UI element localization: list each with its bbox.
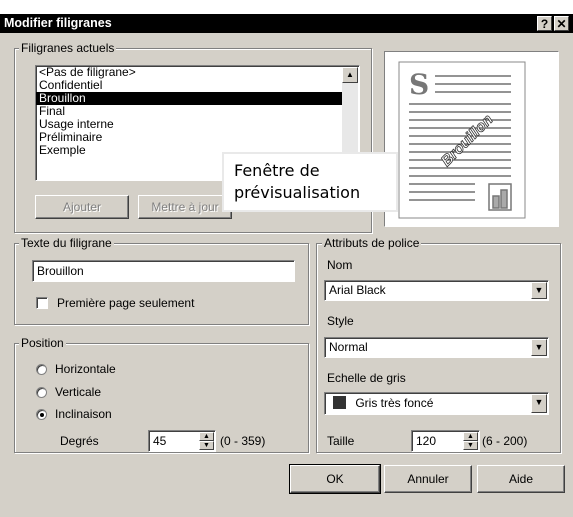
- spin-up-arrow-icon[interactable]: ▲: [463, 432, 478, 441]
- horizontal-radio[interactable]: [36, 364, 47, 375]
- font-name-value: Arial Black: [329, 283, 386, 297]
- size-label: Taille: [327, 434, 355, 448]
- first-page-only-label: Première page seulement: [57, 296, 195, 310]
- horizontal-label: Horizontale: [55, 362, 116, 376]
- chevron-down-icon[interactable]: ▼: [531, 339, 547, 356]
- chevron-down-icon[interactable]: ▼: [531, 394, 547, 413]
- page-preview-illustration: S Brouillon: [385, 52, 558, 226]
- update-button[interactable]: Mettre à jour: [138, 195, 232, 219]
- first-page-only-checkbox[interactable]: [36, 297, 48, 309]
- spin-down-arrow-icon[interactable]: ▼: [199, 441, 214, 450]
- title-bar: Modifier filigranes ? ✕: [0, 14, 573, 33]
- vertical-label: Verticale: [55, 385, 102, 399]
- watermark-text-legend: Texte du filigrane: [19, 236, 114, 250]
- style-label: Style: [327, 314, 354, 328]
- position-legend: Position: [19, 336, 66, 350]
- size-range: (6 - 200): [482, 434, 528, 448]
- window-title: Modifier filigranes: [4, 16, 112, 30]
- degrees-spin-buttons[interactable]: ▲ ▼: [199, 432, 214, 450]
- font-name-select[interactable]: Arial Black ▼: [324, 280, 549, 301]
- watermark-text-group: [14, 243, 309, 325]
- grayscale-select[interactable]: Gris très foncé ▼: [324, 392, 549, 415]
- style-select[interactable]: Normal ▼: [324, 337, 549, 358]
- gray-swatch: [333, 396, 346, 409]
- font-attributes-legend: Attributs de police: [322, 236, 422, 250]
- preview-letter: S: [409, 68, 429, 101]
- size-spin-buttons[interactable]: ▲ ▼: [463, 432, 478, 450]
- inclination-label: Inclinaison: [55, 407, 112, 421]
- chevron-down-icon[interactable]: ▼: [531, 282, 547, 299]
- vertical-radio[interactable]: [36, 387, 47, 398]
- scroll-up-arrow-icon[interactable]: ▲: [342, 67, 358, 83]
- degrees-range: (0 - 359): [220, 434, 266, 448]
- add-button[interactable]: Ajouter: [35, 195, 129, 219]
- inclination-radio[interactable]: [36, 409, 47, 420]
- size-spinbox[interactable]: 120 ▲ ▼: [411, 430, 480, 452]
- degrees-value: 45: [153, 434, 167, 448]
- grayscale-value: Gris très foncé: [355, 396, 434, 410]
- size-value: 120: [416, 434, 437, 448]
- degrees-label: Degrés: [60, 434, 99, 448]
- font-name-label: Nom: [327, 258, 353, 272]
- preview-pane: S Brouillon: [384, 51, 559, 227]
- help-button[interactable]: ?: [537, 16, 552, 31]
- list-item[interactable]: Brouillon: [36, 92, 342, 105]
- grayscale-label: Echelle de gris: [327, 371, 406, 385]
- spin-up-arrow-icon[interactable]: ▲: [199, 432, 214, 441]
- ok-button[interactable]: OK: [289, 464, 381, 494]
- degrees-spinbox[interactable]: 45 ▲ ▼: [148, 430, 216, 452]
- watermark-text-input[interactable]: Brouillon: [32, 260, 295, 282]
- current-watermarks-legend: Filigranes actuels: [19, 41, 117, 55]
- preview-tooltip: Fenêtre de prévisualisation: [222, 152, 398, 212]
- style-value: Normal: [329, 340, 368, 354]
- close-button[interactable]: ✕: [554, 16, 569, 31]
- spin-down-arrow-icon[interactable]: ▼: [463, 441, 478, 450]
- help-footer-button[interactable]: Aide: [477, 465, 565, 493]
- cancel-button[interactable]: Annuler: [384, 465, 472, 493]
